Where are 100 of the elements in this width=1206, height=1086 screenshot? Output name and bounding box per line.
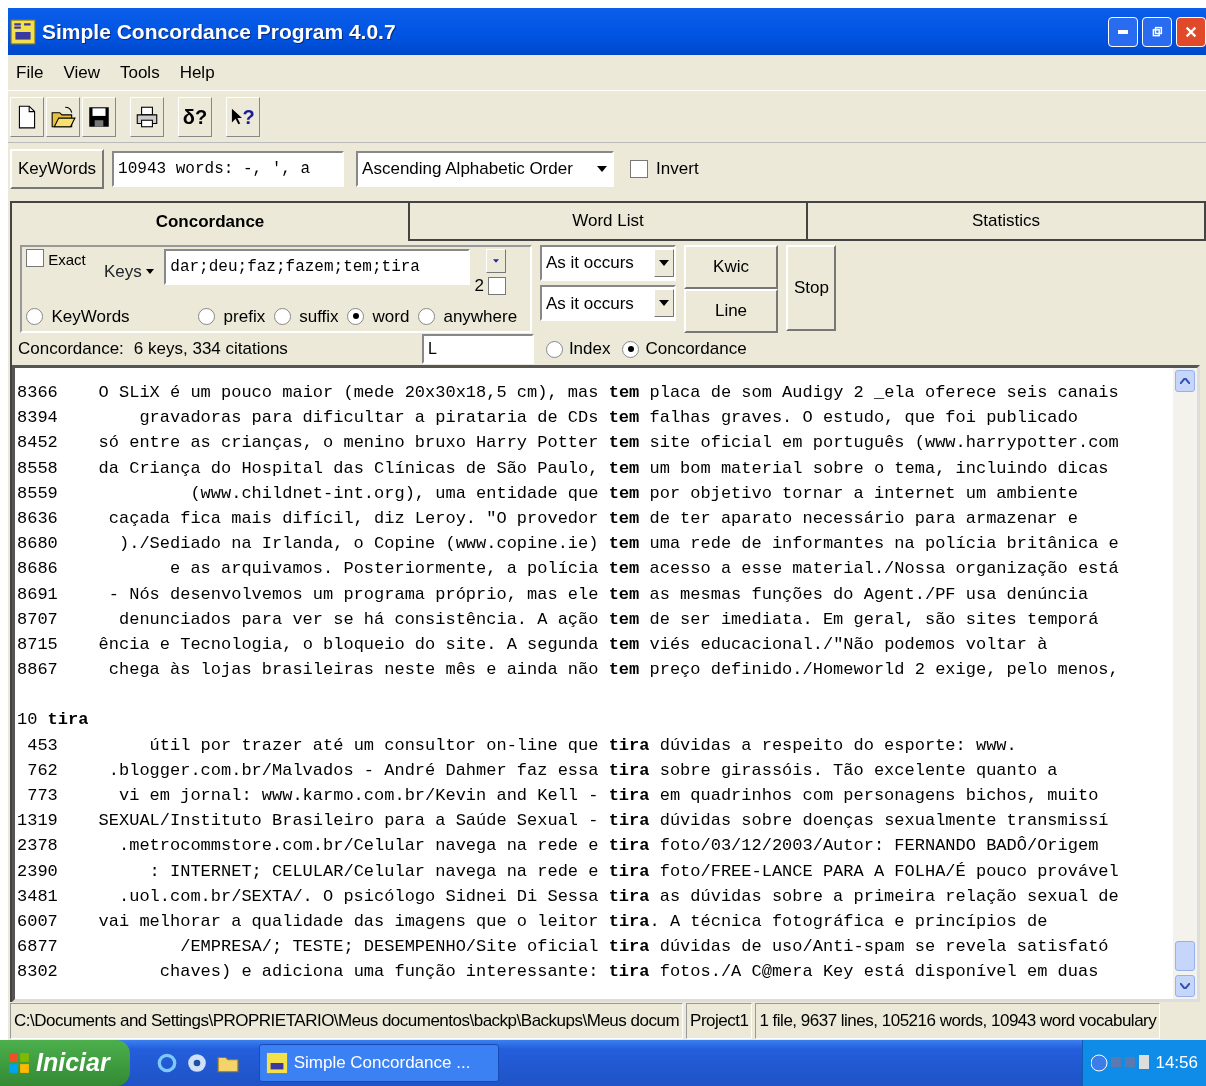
status-panel: Project1 bbox=[686, 1003, 753, 1039]
toolbar-button[interactable]: δ? bbox=[178, 96, 212, 137]
scrollbar[interactable] bbox=[1173, 368, 1197, 999]
line-number: 8691 bbox=[17, 583, 58, 606]
scrollbar-thumb[interactable] bbox=[1175, 941, 1195, 971]
line-number: 773 bbox=[26, 785, 58, 807]
browser-icon bbox=[155, 1052, 178, 1074]
keywords-button[interactable]: KeyWords bbox=[10, 149, 105, 189]
concordance-line: gravadoras para dificultar a pirataria de CDs tem falhas graves. O estudo, que foi publicado bbox=[138, 407, 1078, 430]
line-number: 3481 bbox=[17, 885, 58, 908]
concordance-line: denunciados para ver se há consistência. A ação tem de ser imediata. Em geral, são sites temporá bbox=[118, 608, 1099, 631]
line-number: 1319 bbox=[17, 810, 58, 833]
concordance-line: .uol.com.br/SEXTA/. O psicólogo Sidnei Di Sessa tira as dúvidas sobre a primeira relação sexual de bbox=[118, 885, 1119, 908]
action-button[interactable]: Line bbox=[684, 289, 778, 333]
keys-dropdown-button[interactable] bbox=[486, 249, 507, 273]
minimize-button[interactable] bbox=[1107, 16, 1138, 47]
line-number: 8707 bbox=[17, 608, 58, 631]
summary-label: Concordance: bbox=[18, 338, 124, 361]
option-label: Concordance bbox=[645, 338, 747, 361]
restore-button[interactable] bbox=[1141, 16, 1172, 47]
radio-button[interactable] bbox=[622, 340, 640, 358]
sort-order-dropdown[interactable]: Ascending Alphabetic Order bbox=[356, 151, 615, 187]
sort-dropdown[interactable]: As it occurs bbox=[540, 285, 676, 322]
concordance-line: (www.childnet-int.org), uma entidade que tem por objetivo tornar a internet um ambiente bbox=[189, 482, 1078, 505]
sort-dropdown[interactable]: As it occurs bbox=[540, 245, 676, 281]
context-checkbox[interactable] bbox=[488, 276, 507, 295]
window-title: Simple Concordance Program 4.0.7 bbox=[42, 18, 396, 45]
concordance-line: .metrocommstore.com.br/Celular navega na rede e tira foto/03/12/2003/Autor: FERNANDO BADÔ/Origem bbox=[118, 835, 1099, 858]
stop-button[interactable]: Stop bbox=[786, 245, 836, 331]
toolbar-button[interactable] bbox=[82, 96, 116, 137]
toolbar-button[interactable] bbox=[130, 96, 164, 137]
line-number: 8559 bbox=[17, 482, 58, 505]
line-number: 8452 bbox=[17, 432, 58, 455]
word-count-field[interactable]: 10943 words: -, ', a bbox=[112, 151, 345, 187]
caret-icon bbox=[493, 258, 500, 264]
status-panel: 1 file, 9637 lines, 105216 words, 10943 word vocabulary bbox=[755, 1003, 1161, 1039]
radio-button[interactable] bbox=[273, 307, 291, 325]
clock: 14:56 bbox=[1155, 1052, 1198, 1075]
close-button[interactable] bbox=[1176, 16, 1206, 47]
line-number: 8686 bbox=[17, 558, 58, 581]
concordance-line: O SLiX é um pouco maior (mede 20x30x18,5 cm), mas tem placa de som Audigy 2 _ela oferece seis canais bbox=[98, 382, 1119, 404]
minimize-icon bbox=[1117, 29, 1128, 34]
windows-flag-icon bbox=[8, 1052, 30, 1074]
line-number: 762 bbox=[26, 759, 58, 782]
line-number: 8366 bbox=[17, 382, 58, 404]
option-label: Index bbox=[568, 338, 611, 361]
invert-checkbox[interactable] bbox=[630, 160, 649, 178]
pointer-icon bbox=[231, 106, 243, 127]
option-label: word bbox=[372, 305, 410, 328]
radio-button[interactable] bbox=[347, 307, 365, 325]
radio-button[interactable] bbox=[417, 307, 435, 325]
radio-button[interactable] bbox=[26, 307, 43, 325]
exact-checkbox[interactable] bbox=[26, 249, 44, 267]
toolbar-button[interactable] bbox=[46, 96, 80, 137]
option-label: suffix bbox=[299, 305, 339, 328]
option-label: anywhere bbox=[443, 305, 518, 328]
line-number: 2390 bbox=[17, 860, 58, 883]
toolbar-button[interactable]: ? bbox=[226, 96, 260, 137]
option-label: prefix bbox=[223, 305, 266, 328]
concordance-line: )./Sediado na Irlanda, o Copine (www.copine.ie) tem uma rede de informantes na polícia britânica e bbox=[118, 533, 1119, 556]
caret-icon bbox=[659, 300, 669, 307]
app-logo-icon bbox=[265, 1052, 288, 1074]
taskbar-button[interactable]: Simple Concordance ... bbox=[258, 1044, 499, 1082]
status-panel: C:\Documents and Settings\PROPRIETARIO\Meus documentos\backp\Backups\Meus docum bbox=[10, 1003, 684, 1039]
concordance-line: /EMPRESA/; TESTE; DESEMPENHO/Site oficial tira dúvidas de uso/Anti-spam se revela satisfató bbox=[179, 936, 1109, 959]
line-number: 6007 bbox=[17, 910, 58, 933]
concordance-line: caçada fica mais difícil, diz Leroy. "O provedor tem de ter aparato necessário para armazenar e bbox=[107, 507, 1078, 530]
caret-icon bbox=[597, 166, 608, 172]
concordance-line: ência e Tecnologia, o bloqueio do site. A segunda tem viés educacional./"Não podemos voltar à bbox=[98, 633, 1048, 656]
concordance-line: - Nós desenvolvemos um programa próprio, mas ele tem as mesmas funções do Agent./PF usa denúncia bbox=[107, 583, 1089, 606]
line-number: 8558 bbox=[17, 457, 58, 480]
action-button[interactable]: Kwic bbox=[684, 245, 778, 289]
app-logo-icon bbox=[10, 18, 36, 45]
radio-button[interactable] bbox=[545, 340, 563, 358]
radio-button[interactable] bbox=[198, 307, 216, 325]
concordance-line: chega às lojas brasileiras neste mês e ainda não tem preço definido./Homeworld 2 exige, pelo menos, bbox=[107, 659, 1119, 682]
line-number: 8302 bbox=[17, 961, 58, 984]
line-number: 453 bbox=[26, 734, 58, 757]
menu-item[interactable]: Help bbox=[179, 59, 215, 86]
concordance-line: .blogger.com.br/Malvados - André Dahmer faz essa tira sobre girassóis. Tão excelente quanto a bbox=[107, 759, 1058, 782]
menu-item[interactable]: File bbox=[16, 59, 44, 86]
media-icon bbox=[186, 1052, 209, 1074]
filter-field[interactable]: L bbox=[421, 334, 534, 364]
caret-icon bbox=[659, 260, 669, 266]
concordance-line: vi em jornal: www.karmo.com.br/Kevin and Kell - tira em quadrinhos com personagens bichos, muito bbox=[118, 785, 1099, 807]
menu-item[interactable]: Tools bbox=[119, 59, 160, 86]
keys-field[interactable]: dar;deu;faz;fazem;tem;tira bbox=[164, 249, 471, 285]
concordance-line: e as arquivamos. Posteriormente, a polícia tem acesso a esse material./Nossa organização está bbox=[169, 558, 1119, 581]
tab[interactable]: Word List bbox=[410, 203, 808, 241]
keys-menu-button[interactable]: Keys bbox=[104, 259, 155, 285]
invert-label: Invert bbox=[656, 158, 699, 181]
concordance-line: só entre as crianças, o menino bruxo Harry Potter tem site oficial em português (www.harrypotter.com bbox=[98, 432, 1119, 455]
menu-item[interactable]: View bbox=[63, 59, 100, 86]
line-number: 6877 bbox=[17, 936, 58, 959]
keyword-heading: 10 tira bbox=[17, 709, 89, 732]
line-number: 2378 bbox=[17, 835, 58, 858]
concordance-line: útil por trazer até um consultor on-line que tira dúvidas a respeito do esporte: www. bbox=[148, 734, 1017, 757]
toolbar-button[interactable] bbox=[10, 96, 44, 137]
line-number: 8867 bbox=[17, 659, 58, 682]
exact-label: Exact bbox=[48, 250, 86, 270]
